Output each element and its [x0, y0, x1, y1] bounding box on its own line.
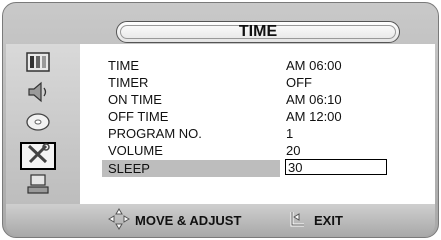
- dpad-icon: [108, 207, 130, 233]
- sidebar: [6, 44, 81, 204]
- menu-row-time[interactable]: TIME AM 06:00: [108, 57, 408, 74]
- exit-label: EXIT: [314, 212, 343, 228]
- menu-row-label: SLEEP: [102, 160, 280, 177]
- pc-icon: [25, 172, 51, 201]
- menu-row-label: VOLUME: [108, 143, 163, 158]
- move-adjust-hint: MOVE & ADJUST: [108, 204, 241, 236]
- menu-row-program-no[interactable]: PROGRAM NO. 1: [108, 125, 408, 142]
- sidebar-item-pc[interactable]: [20, 172, 56, 200]
- menu-row-label: TIMER: [108, 75, 149, 90]
- picture-icon: [25, 51, 51, 78]
- speaker-icon: [25, 80, 51, 109]
- menu-row-label: TIME: [108, 58, 140, 73]
- menu-row-sleep[interactable]: SLEEP 30: [102, 159, 408, 177]
- exit-icon: [288, 209, 308, 232]
- menu-row-value: 20: [286, 143, 301, 158]
- move-adjust-label: MOVE & ADJUST: [135, 212, 242, 228]
- sidebar-item-picture[interactable]: [20, 50, 56, 78]
- page-title: TIME: [238, 23, 278, 40]
- menu-row-volume[interactable]: VOLUME 20: [108, 142, 408, 159]
- footer-bar: MOVE & ADJUST EXIT: [6, 204, 435, 236]
- tools-icon: [24, 142, 52, 171]
- sleep-value-field[interactable]: 30: [285, 159, 387, 175]
- menu-row-off-time[interactable]: OFF TIME AM 12:00: [108, 108, 408, 125]
- sidebar-item-sound[interactable]: [20, 80, 56, 108]
- menu-row-value: AM 06:10: [286, 92, 342, 107]
- menu-row-value: AM 06:00: [286, 58, 342, 73]
- exit-hint[interactable]: EXIT: [288, 204, 343, 236]
- menu-panel: TIME AM 06:00 TIMER OFF ON TIME AM 06:10…: [80, 44, 435, 204]
- menu-row-value: OFF: [286, 75, 312, 90]
- sidebar-item-tools[interactable]: [20, 142, 56, 170]
- disc-icon: [24, 110, 52, 139]
- menu-row-label: ON TIME: [108, 92, 162, 107]
- menu-row-label: PROGRAM NO.: [108, 126, 202, 141]
- menu-row-value: 1: [286, 126, 294, 141]
- menu-row-on-time[interactable]: ON TIME AM 06:10: [108, 91, 408, 108]
- sidebar-item-disc[interactable]: [20, 110, 56, 138]
- menu-row-value: AM 12:00: [286, 109, 342, 124]
- menu-row-timer[interactable]: TIMER OFF: [108, 74, 408, 91]
- menu-row-label: OFF TIME: [108, 109, 169, 124]
